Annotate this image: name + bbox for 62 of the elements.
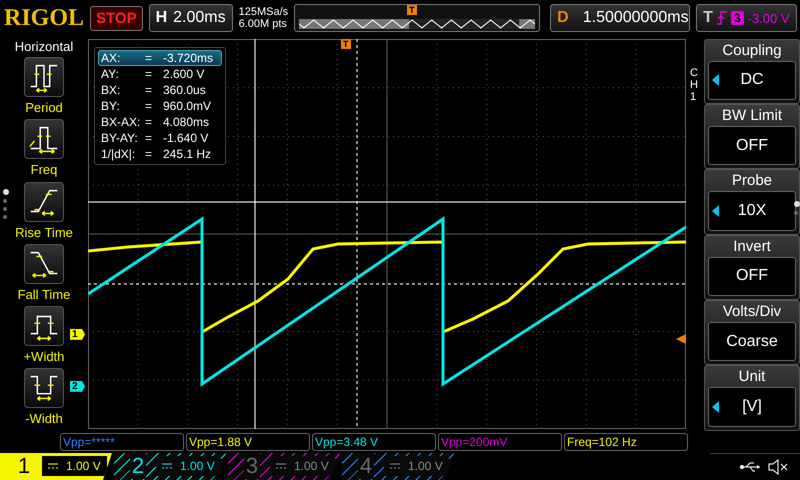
readout-row[interactable]: BX: = 360.0us — [98, 82, 222, 98]
timebase-value: 2.00ms — [173, 9, 226, 28]
timebase-label: H — [156, 9, 168, 28]
menu-value-button[interactable]: OFF — [708, 126, 796, 166]
trigger-panel[interactable]: T 3 -3.00 V — [696, 4, 797, 32]
sine-wave-icon — [299, 19, 536, 30]
delay-value: 1.50000000ms — [582, 9, 689, 28]
channel-tab[interactable]: 4 1.00 V — [342, 452, 454, 480]
muted-speaker-icon — [768, 458, 788, 475]
sample-rate: 125MSa/s — [238, 6, 288, 18]
measurement-readout: Freq=102 Hz — [564, 432, 688, 451]
readout-row[interactable]: 1/|dX|: = 245.1 Hz — [98, 146, 222, 162]
trigger-position-marker: T — [407, 5, 417, 16]
menu-value-button[interactable]: 10X — [708, 191, 796, 231]
menu-value-button[interactable]: DC — [708, 60, 796, 100]
menu-item-title: Probe — [732, 171, 772, 192]
dc-coupling-icon — [390, 463, 400, 470]
run-stop-status[interactable]: STOP — [90, 6, 143, 31]
channel-tab[interactable]: 2 1.00 V — [114, 452, 226, 480]
menu-value-button[interactable]: [V] — [708, 387, 796, 427]
delay-panel[interactable]: D 1.50000000ms — [550, 4, 690, 32]
brand-logo: RIGOL — [4, 4, 84, 32]
measure-button[interactable]: Fall Time — [18, 244, 70, 306]
menu-item-title: Coupling — [722, 40, 782, 61]
trigger-source: 3 — [730, 11, 744, 26]
dc-coupling-icon — [48, 463, 58, 470]
trigger-level-icon — [676, 334, 686, 344]
memory-depth: 6.00M pts — [238, 18, 288, 30]
menu-title: Horizontal — [14, 38, 74, 54]
menu-item-title: BW Limit — [722, 106, 782, 126]
menu-item-title: Unit — [738, 367, 766, 388]
trigger-label: T — [703, 9, 713, 28]
measurement-readout: Vpp=3.48 V — [312, 432, 436, 451]
channel-marker[interactable]: 2 — [70, 380, 85, 392]
readout-row[interactable]: BY-AY: = -1.640 V — [98, 130, 222, 146]
menu-item-title: Volts/Div — [722, 302, 782, 322]
channel-tab[interactable]: 3 1.00 V — [228, 452, 340, 480]
trigger-position-marker: T — [341, 38, 350, 49]
cursor-line[interactable] — [356, 38, 358, 429]
dc-coupling-icon — [276, 463, 286, 470]
channel-tab[interactable]: 1 1.00 V — [0, 452, 112, 480]
readout-row[interactable]: AY: = 2.600 V — [98, 66, 222, 82]
dc-coupling-icon — [162, 463, 172, 470]
readout-row[interactable]: AX: = -3.720ms — [98, 50, 222, 66]
trigger-level: -3.00 V — [748, 10, 790, 26]
measure-button[interactable]: Rise Time — [15, 182, 73, 244]
measurement-readout: Vpp=1.88 V — [186, 432, 310, 451]
channel-marker[interactable]: 1 — [70, 328, 85, 340]
measurement-readout: Vpp=200mV — [438, 432, 562, 451]
usb-icon — [740, 460, 762, 473]
delay-label: D — [557, 9, 569, 28]
timebase-panel[interactable]: H 2.00ms — [148, 4, 233, 32]
rising-edge-icon — [716, 11, 727, 26]
readout-row[interactable]: BX-AX: = 4.080ms — [98, 114, 222, 130]
measurement-readout: Vpp=***** — [60, 432, 184, 451]
cursor-line[interactable] — [88, 201, 686, 202]
readout-row[interactable]: BY: = 960.0mV — [98, 98, 222, 114]
channel-label: CH1 — [690, 66, 699, 104]
menu-value-button[interactable]: OFF — [708, 256, 796, 296]
menu-item-title: Invert — [733, 236, 771, 257]
menu-value-button[interactable]: Coarse — [708, 322, 796, 362]
cursor-line[interactable] — [88, 283, 686, 284]
